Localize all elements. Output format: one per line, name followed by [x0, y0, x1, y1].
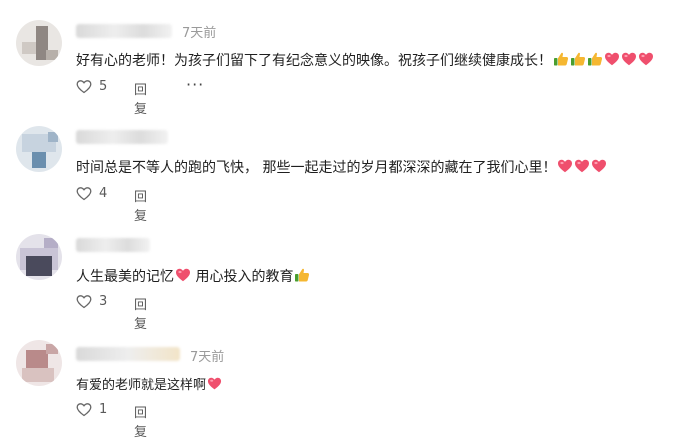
like-count: 3 — [99, 294, 108, 309]
comment-text: 好有心的老师！为孩子们留下了有纪念意义的映像。祝孩子们继续健康成长！ — [76, 50, 654, 71]
heart-icon — [574, 158, 590, 178]
heart-icon — [207, 376, 222, 395]
username-blurred[interactable] — [76, 24, 172, 38]
avatar[interactable] — [16, 234, 62, 280]
avatar[interactable] — [16, 126, 62, 172]
like-button[interactable]: 3 — [76, 294, 107, 309]
heart-icon — [175, 267, 191, 287]
heart-icon — [621, 51, 637, 71]
heart-outline-icon — [76, 403, 92, 417]
reply-button[interactable]: 回复 — [134, 186, 147, 224]
heart-icon — [604, 51, 620, 71]
like-button[interactable]: 5 — [76, 79, 107, 94]
heart-outline-icon — [76, 80, 92, 94]
thumbs-up-icon — [294, 267, 310, 287]
username-blurred[interactable] — [76, 238, 150, 252]
heart-icon — [557, 158, 573, 178]
more-options-icon[interactable]: ··· — [186, 75, 204, 94]
like-button[interactable]: 1 — [76, 402, 107, 417]
like-count: 1 — [99, 402, 108, 417]
username-blurred[interactable] — [76, 347, 180, 361]
heart-outline-icon — [76, 295, 92, 309]
comment-text: 时间总是不等人的跑的飞快， 那些一起走过的岁月都深深的藏在了我们心里！ — [76, 157, 607, 178]
thumbs-up-icon — [587, 51, 603, 71]
heart-icon — [591, 158, 607, 178]
thumbs-up-icon — [570, 51, 586, 71]
heart-icon — [638, 51, 654, 71]
like-button[interactable]: 4 — [76, 186, 107, 201]
like-count: 5 — [99, 79, 108, 94]
reply-button[interactable]: 回复 — [134, 402, 147, 440]
heart-outline-icon — [76, 187, 92, 201]
reply-button[interactable]: 回复 — [134, 79, 147, 117]
comment-text: 有爱的老师就是这样啊 — [76, 374, 222, 395]
avatar[interactable] — [16, 20, 62, 66]
avatar[interactable] — [16, 340, 62, 386]
like-count: 4 — [99, 186, 108, 201]
comment-time: 7天前 — [190, 350, 225, 365]
thumbs-up-icon — [553, 51, 569, 71]
username-blurred[interactable] — [76, 130, 168, 144]
comment-time: 7天前 — [182, 26, 217, 41]
reply-button[interactable]: 回复 — [134, 294, 147, 332]
comment-text: 人生最美的记忆 用心投入的教育 — [76, 266, 310, 287]
